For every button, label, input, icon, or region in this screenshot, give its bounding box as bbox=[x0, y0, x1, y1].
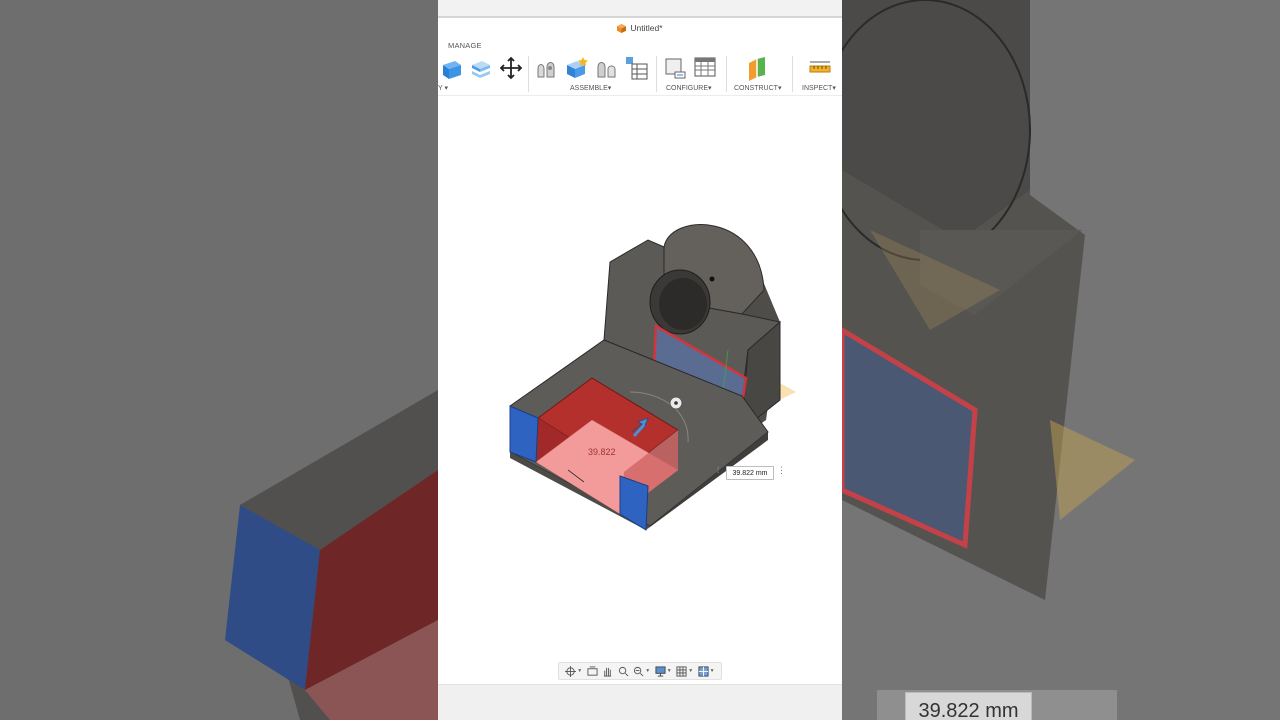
configuration-table-icon[interactable] bbox=[692, 55, 718, 81]
group-label-text: INSPECT bbox=[802, 85, 833, 92]
blue-solid-icon[interactable] bbox=[438, 56, 464, 82]
group-label-text: ASSEMBLE bbox=[570, 85, 608, 92]
group-utility-label[interactable]: Y ▾ bbox=[438, 84, 448, 92]
construction-plane-icon[interactable] bbox=[745, 55, 771, 81]
look-at-icon[interactable] bbox=[587, 665, 598, 677]
chevron-down-icon: ▾ bbox=[777, 85, 782, 92]
document-title: Untitled* bbox=[630, 23, 663, 33]
dimension-menu-icon[interactable]: ⋮ bbox=[777, 465, 786, 479]
as-built-joint-icon[interactable] bbox=[594, 56, 620, 82]
toolbar-separator bbox=[726, 56, 727, 92]
new-component-icon[interactable] bbox=[564, 55, 590, 81]
chevron-down-icon: ▾ bbox=[708, 85, 712, 92]
viewports-icon[interactable]: ▼ bbox=[698, 665, 715, 677]
chevron-down-icon: ▾ bbox=[444, 85, 449, 92]
chevron-down-icon: ▾ bbox=[607, 85, 612, 92]
toolbar-separator bbox=[792, 56, 793, 92]
stacked-bodies-icon[interactable] bbox=[468, 56, 494, 82]
orbit-icon[interactable]: ▼ bbox=[565, 665, 582, 677]
move-icon[interactable] bbox=[498, 55, 524, 81]
background-dimension-input: 39.822 mm bbox=[905, 692, 1032, 720]
tab-manage[interactable]: MANAGE bbox=[448, 41, 482, 50]
fusion-app-window: Untitled* MANAGE Y ▾ ASSEMBLE▾ CONFIGURE… bbox=[438, 0, 842, 720]
zoom-window-icon[interactable] bbox=[618, 666, 629, 677]
zoom-icon[interactable]: ▼ bbox=[633, 666, 650, 677]
pan-icon[interactable] bbox=[602, 666, 613, 677]
dimension-drag-handle[interactable]: ⁞ bbox=[717, 466, 723, 480]
group-assemble-label[interactable]: ASSEMBLE▾ bbox=[570, 84, 611, 92]
group-inspect-label[interactable]: INSPECT▾ bbox=[802, 84, 836, 92]
model-hole-inner bbox=[659, 278, 707, 330]
model-center-point bbox=[709, 276, 715, 282]
dimension-input[interactable]: 39.822 mm bbox=[726, 466, 774, 480]
dimension-value-label: 39.822 bbox=[588, 447, 616, 457]
chevron-down-icon: ▾ bbox=[832, 85, 836, 92]
grid-settings-icon[interactable]: ▼ bbox=[676, 665, 693, 677]
group-configure-label[interactable]: CONFIGURE▾ bbox=[666, 84, 712, 92]
navigation-bar: ▼ ▼ ▼ ▼ ▼ bbox=[558, 662, 722, 680]
display-settings-icon[interactable]: ▼ bbox=[655, 665, 672, 677]
measure-icon[interactable] bbox=[807, 55, 833, 81]
title-bar: Untitled* bbox=[438, 18, 842, 38]
blue-face-right[interactable] bbox=[619, 475, 649, 531]
group-label-text: Y bbox=[438, 85, 443, 92]
bill-of-materials-icon[interactable] bbox=[623, 55, 649, 81]
toolbar-separator bbox=[656, 56, 657, 92]
rotate-handle-dot bbox=[674, 401, 678, 405]
status-bar bbox=[438, 684, 842, 720]
top-strip bbox=[438, 0, 842, 16]
orange-cube-icon bbox=[617, 23, 627, 33]
group-construct-label[interactable]: CONSTRUCT▾ bbox=[734, 84, 781, 92]
joint-icon[interactable] bbox=[535, 56, 561, 82]
toolbar-separator bbox=[528, 56, 529, 92]
model-viewport[interactable]: 39.822 bbox=[438, 96, 842, 684]
group-label-text: CONSTRUCT bbox=[734, 85, 778, 92]
group-label-text: CONFIGURE bbox=[666, 85, 708, 92]
configure-parameter-icon[interactable] bbox=[662, 55, 688, 81]
